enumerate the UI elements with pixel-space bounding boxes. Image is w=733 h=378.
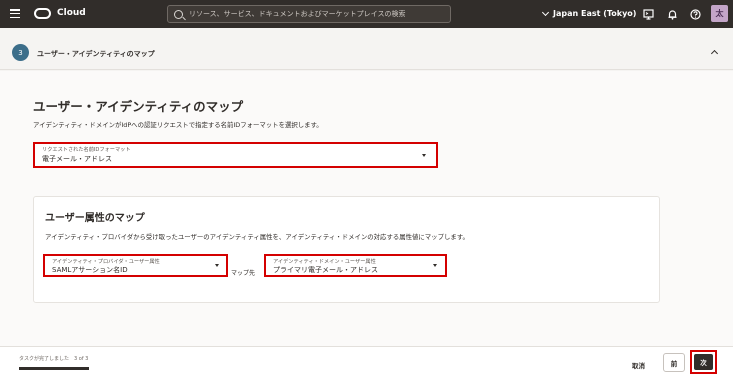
user-avatar[interactable]: 太 [711,5,728,22]
cloud-shell-icon[interactable] [642,8,654,20]
page-title: ユーザー・アイデンティティのマップ [33,99,244,114]
brand-name[interactable]: Cloud [57,8,86,18]
next-button[interactable]: 次 [694,354,713,370]
search-icon [174,9,183,19]
progress-text: タスクが完了しました 3 of 3 [19,356,89,362]
idp-attribute-select[interactable]: アイデンティティ・プロバイダ・ユーザー属性 SAMLアサーション名ID [43,254,228,277]
domain-attribute-value: プライマリ電子メール・アドレス [273,266,378,274]
cancel-button[interactable]: 取消 [632,360,645,370]
user-attribute-mapping-card: ユーザー属性のマップ アイデンティティ・プロバイダから受け取ったユーザーのアイデ… [33,196,660,303]
search-input[interactable] [189,10,449,18]
section-title: ユーザー属性のマップ [45,213,145,224]
wizard-footer: タスクが完了しました 3 of 3 取消 前 次 [0,346,733,378]
nameid-format-select[interactable]: リクエストされた名前IDフォーマット 電子メール・アドレス [33,142,438,168]
previous-button[interactable]: 前 [663,353,685,372]
chevron-up-icon[interactable] [710,49,719,58]
top-navigation-bar: Cloud Japan East (Tokyo) 太 [0,0,733,28]
step-title: ユーザー・アイデンティティのマップ [37,50,155,58]
page-description: アイデンティティ・ドメインがIdPへの認証リクエストで指定する名前IDフォーマッ… [33,121,323,129]
step-header: 3 ユーザー・アイデンティティのマップ [0,36,733,70]
next-button-highlight: 次 [690,350,717,374]
dropdown-caret-icon [433,264,437,267]
progress-bar-fill [19,367,89,370]
help-icon[interactable] [689,8,701,20]
section-description: アイデンティティ・プロバイダから受け取ったユーザーのアイデンティティ属性を、アイ… [45,233,469,241]
map-to-label: マップ先 [231,270,256,277]
chevron-down-icon [541,8,550,16]
progress-bar [19,367,89,370]
nameid-format-value: 電子メール・アドレス [42,155,112,163]
oracle-logo-icon[interactable] [34,8,51,19]
nameid-format-label: リクエストされた名前IDフォーマット [42,147,131,153]
step-number-badge: 3 [12,44,29,61]
step-content-panel: ユーザー・アイデンティティのマップ アイデンティティ・ドメインがIdPへの認証リ… [0,71,733,346]
dropdown-caret-icon [422,154,426,157]
domain-attribute-label: アイデンティティ・ドメイン・ユーザー属性 [273,259,376,265]
region-selector[interactable]: Japan East (Tokyo) [541,8,637,18]
idp-attribute-value: SAMLアサーション名ID [52,266,128,274]
notification-bell-icon[interactable] [666,8,678,20]
idp-attribute-label: アイデンティティ・プロバイダ・ユーザー属性 [52,259,160,265]
search-box[interactable] [167,5,451,23]
region-label: Japan East (Tokyo) [553,9,637,18]
domain-attribute-select[interactable]: アイデンティティ・ドメイン・ユーザー属性 プライマリ電子メール・アドレス [264,254,447,277]
hamburger-menu-icon[interactable] [10,9,20,19]
dropdown-caret-icon [215,264,219,267]
